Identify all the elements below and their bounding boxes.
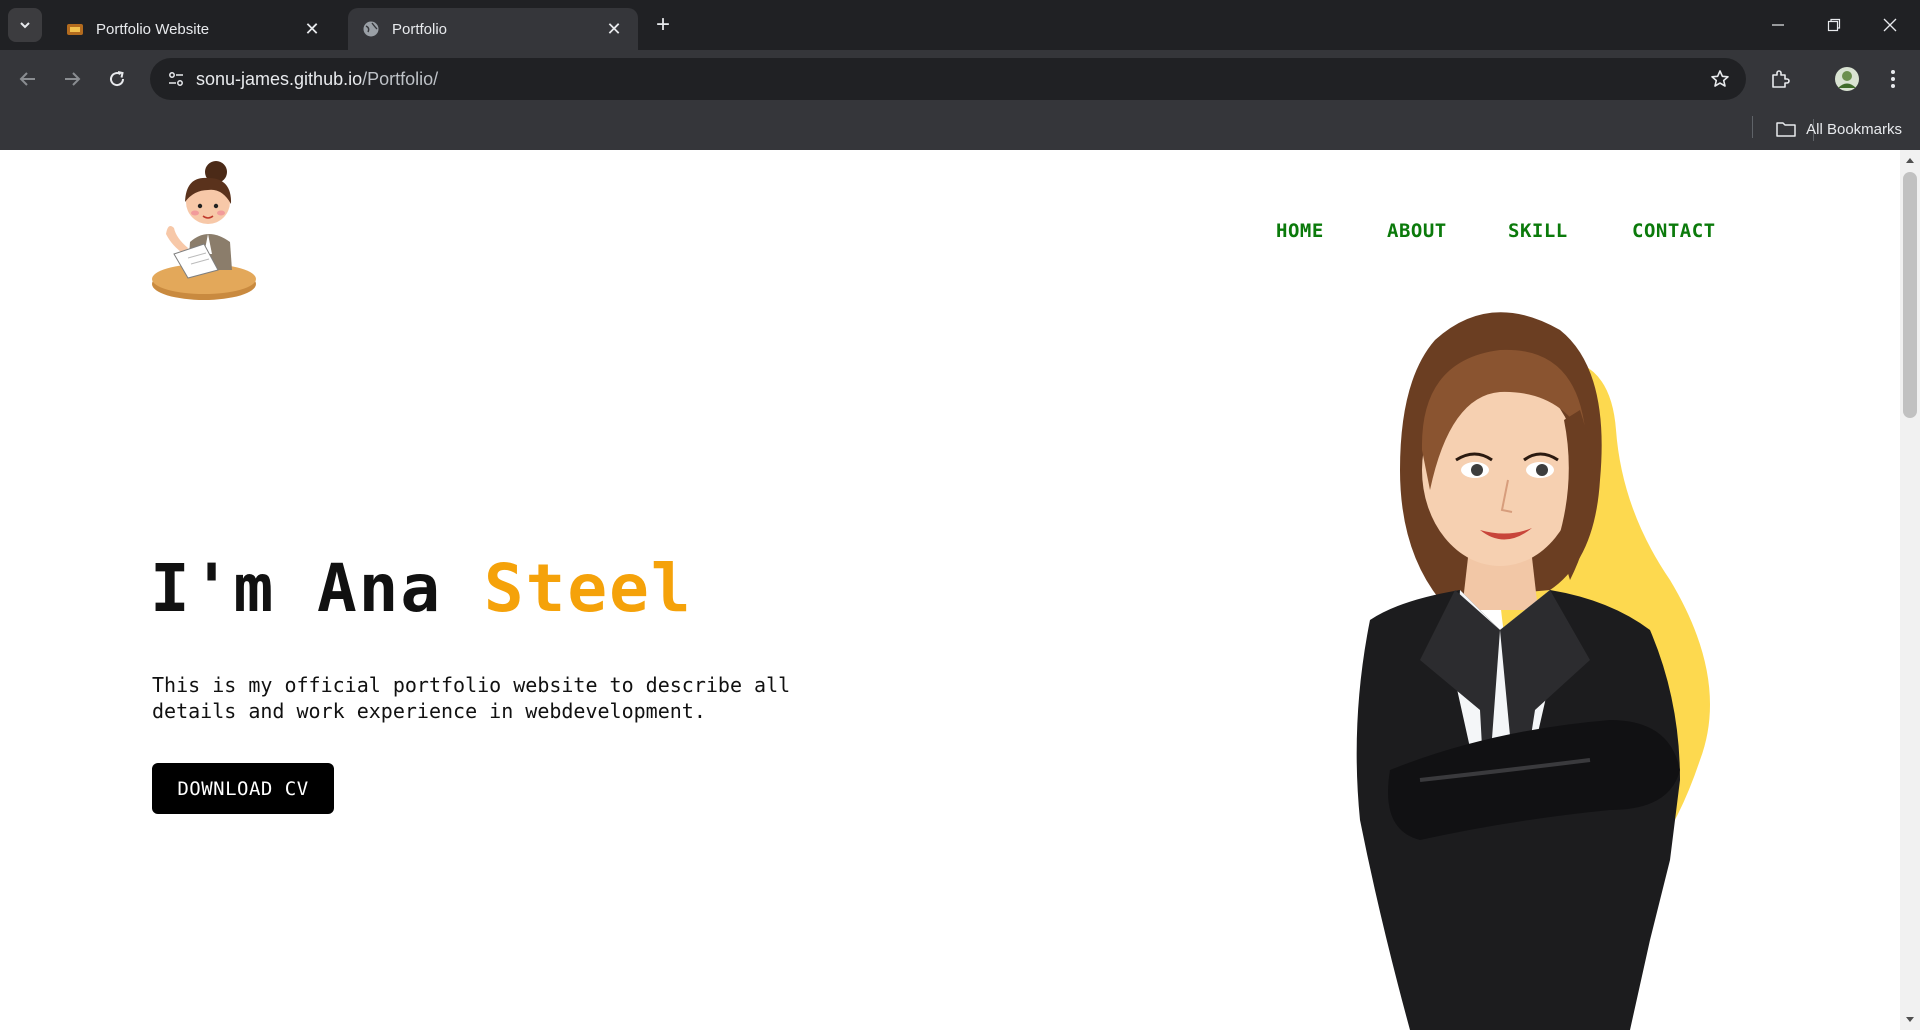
globe-icon — [363, 21, 379, 37]
restore-icon — [1827, 18, 1841, 32]
tab-strip: Portfolio Website ✕ Portfolio ✕ + — [0, 0, 1920, 50]
minimize-button[interactable] — [1750, 0, 1806, 50]
scroll-up-arrow-icon[interactable] — [1904, 154, 1916, 166]
all-bookmarks-button[interactable]: All Bookmarks — [1776, 116, 1902, 142]
url-text[interactable]: sonu-james.github.io/Portfolio/ — [196, 58, 438, 100]
profile-avatar — [1835, 67, 1859, 91]
hero-description: This is my official portfolio website to… — [152, 673, 791, 723]
close-icon[interactable]: ✕ — [604, 19, 624, 39]
tab-title: Portfolio Website — [96, 20, 210, 38]
hero-title: I'm Ana Steel — [150, 550, 693, 627]
minimize-icon — [1772, 24, 1784, 26]
restore-button[interactable] — [1806, 0, 1862, 50]
profile-button[interactable] — [1829, 61, 1865, 97]
hero-title-prefix: I'm Ana — [150, 550, 484, 627]
plus-icon: + — [655, 11, 670, 38]
close-icon — [1883, 18, 1897, 32]
bookmark-star-button[interactable] — [1708, 67, 1732, 91]
nav-about[interactable]: ABOUT — [1387, 220, 1447, 242]
forward-icon — [65, 72, 81, 86]
site-info-button[interactable] — [160, 63, 192, 95]
nav-home[interactable]: HOME — [1276, 220, 1324, 242]
browser-chrome: Portfolio Website ✕ Portfolio ✕ + sonu-j… — [0, 0, 1920, 150]
address-bar[interactable]: sonu-james.github.io/Portfolio/ — [150, 58, 1746, 100]
businesswoman-illustration — [1356, 312, 1710, 1030]
logo-girl-at-desk-image[interactable] — [148, 158, 262, 304]
scroll-down-arrow-icon[interactable] — [1904, 1014, 1916, 1026]
folder-icon — [1776, 122, 1796, 137]
all-bookmarks-label: All Bookmarks — [1806, 120, 1902, 138]
url-path: /Portfolio/ — [362, 69, 439, 89]
nav-contact[interactable]: CONTACT — [1632, 220, 1716, 242]
menu-button[interactable] — [1875, 61, 1911, 97]
toolbar: sonu-james.github.io/Portfolio/ — [0, 50, 1920, 141]
site-favicon-icon — [67, 24, 83, 35]
download-cv-button[interactable]: DOWNLOAD CV — [152, 763, 334, 814]
extensions-button[interactable] — [1762, 61, 1798, 97]
kebab-menu-icon — [1891, 70, 1895, 88]
tab-portfolio-website[interactable]: Portfolio Website ✕ — [52, 8, 336, 50]
new-tab-button[interactable]: + — [650, 11, 676, 38]
back-icon — [19, 72, 35, 86]
bookmarks-bar: All Bookmarks — [0, 108, 1920, 150]
close-icon[interactable]: ✕ — [302, 19, 322, 39]
tab-portfolio[interactable]: Portfolio ✕ — [348, 8, 638, 50]
site-info-icon — [169, 72, 183, 86]
tab-search-button[interactable] — [8, 8, 42, 42]
reload-icon — [110, 71, 125, 87]
bookmarks-divider — [1752, 116, 1753, 138]
back-button[interactable] — [10, 61, 46, 97]
tab-title: Portfolio — [392, 20, 448, 38]
page-scrollbar[interactable] — [1900, 150, 1920, 1030]
close-window-button[interactable] — [1862, 0, 1918, 50]
web-page: HOME ABOUT SKILL CONTACT I'm Ana Steel T… — [0, 150, 1900, 1030]
url-host: sonu-james.github.io — [196, 69, 363, 89]
extensions-icon — [1772, 70, 1790, 88]
hero-title-accent: Steel — [483, 550, 693, 627]
forward-button[interactable] — [54, 61, 90, 97]
scrollbar-thumb[interactable] — [1903, 172, 1917, 418]
reload-button[interactable] — [99, 61, 135, 97]
nav-skill[interactable]: SKILL — [1508, 220, 1568, 242]
star-icon — [1711, 70, 1729, 87]
chevron-down-icon — [20, 22, 30, 29]
